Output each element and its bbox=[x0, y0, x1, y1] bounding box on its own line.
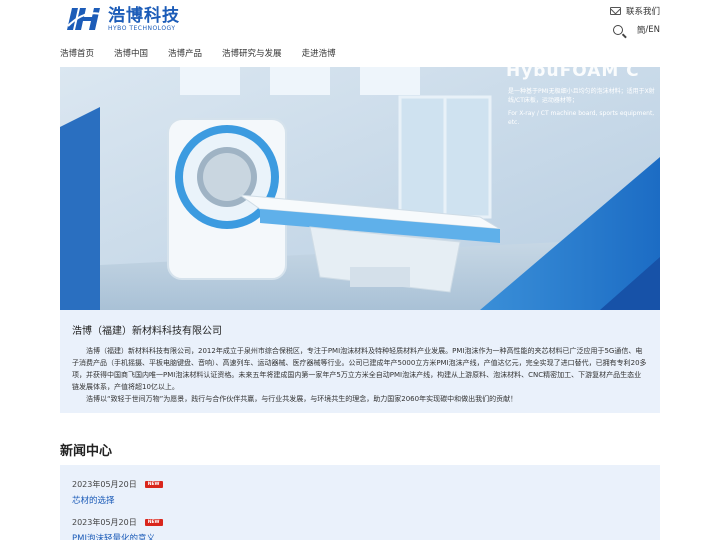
new-badge: NEW bbox=[144, 481, 163, 488]
nav-item-research[interactable]: 浩博研究与发展 bbox=[222, 47, 282, 59]
news-list: 2023年05月20日 NEW 芯材的选择 2023年05月20日 NEW PM… bbox=[60, 465, 660, 540]
news-date: 2023年05月20日 bbox=[72, 480, 137, 489]
search-icon[interactable] bbox=[612, 25, 623, 35]
list-item: 2023年05月20日 NEW PMI泡沫轻量化的意义 bbox=[72, 517, 648, 540]
contact-link[interactable]: 联系我们 bbox=[609, 4, 660, 18]
logo-mark-icon bbox=[67, 8, 102, 30]
main-nav: 浩博首页 浩博中国 浩博产品 浩博研究与发展 走进浩博 bbox=[60, 47, 356, 59]
mail-icon bbox=[609, 7, 621, 15]
news-date: 2023年05月20日 bbox=[72, 518, 137, 527]
list-item: 2023年05月20日 NEW 芯材的选择 bbox=[72, 479, 648, 506]
hero-product-name: HybuFOAM C bbox=[506, 67, 640, 81]
lang-en-button[interactable]: EN bbox=[648, 25, 660, 35]
news-title-link[interactable]: 芯材的选择 bbox=[72, 494, 648, 506]
hero-banner[interactable]: HybuFOAM C 是一种基于PMI无极细小且均匀的泡沫材料；适用于X射线/C… bbox=[60, 67, 660, 310]
hero-description-en: For X-ray / CT machine board, sports equ… bbox=[508, 110, 655, 126]
nav-item-home[interactable]: 浩博首页 bbox=[60, 47, 94, 59]
intro-paragraph-1: 浩博（福建）新材料科技有限公司，2012年成立于泉州市综合保税区，专注于PMI泡… bbox=[72, 347, 647, 391]
nav-item-china[interactable]: 浩博中国 bbox=[114, 47, 148, 59]
logo-name-cn: 浩博科技 bbox=[108, 5, 180, 26]
intro-paragraph-2: 浩博以“致轻于世间万物”为愿景，践行与合作伙伴共赢，与行业共发展，与环境共生的理… bbox=[86, 395, 518, 403]
intro-title: 浩博（福建）新材料科技有限公司 bbox=[72, 326, 222, 337]
contact-label: 联系我们 bbox=[625, 7, 660, 17]
logo[interactable]: 浩博科技 HYBO TECHNOLOGY bbox=[66, 6, 180, 32]
site-header: 浩博科技 HYBO TECHNOLOGY 联系我们 簡 / EN 浩博首页 浩博… bbox=[0, 0, 720, 68]
new-badge: NEW bbox=[144, 519, 163, 526]
company-intro: 浩博（福建）新材料科技有限公司 浩博（福建）新材料科技有限公司，2012年成立于… bbox=[60, 310, 660, 413]
news-heading: 新闻中心 bbox=[60, 444, 113, 459]
lang-cn-button[interactable]: 簡 bbox=[637, 24, 646, 36]
nav-item-products[interactable]: 浩博产品 bbox=[168, 47, 202, 59]
news-title-link[interactable]: PMI泡沫轻量化的意义 bbox=[72, 532, 648, 540]
hero-description-cn: 是一种基于PMI无极细小且均匀的泡沫材料；适用于X射线/CT床板，运动器材等； bbox=[508, 88, 655, 104]
nav-item-about[interactable]: 走进浩博 bbox=[302, 47, 336, 59]
logo-name-en: HYBO TECHNOLOGY bbox=[108, 24, 176, 32]
